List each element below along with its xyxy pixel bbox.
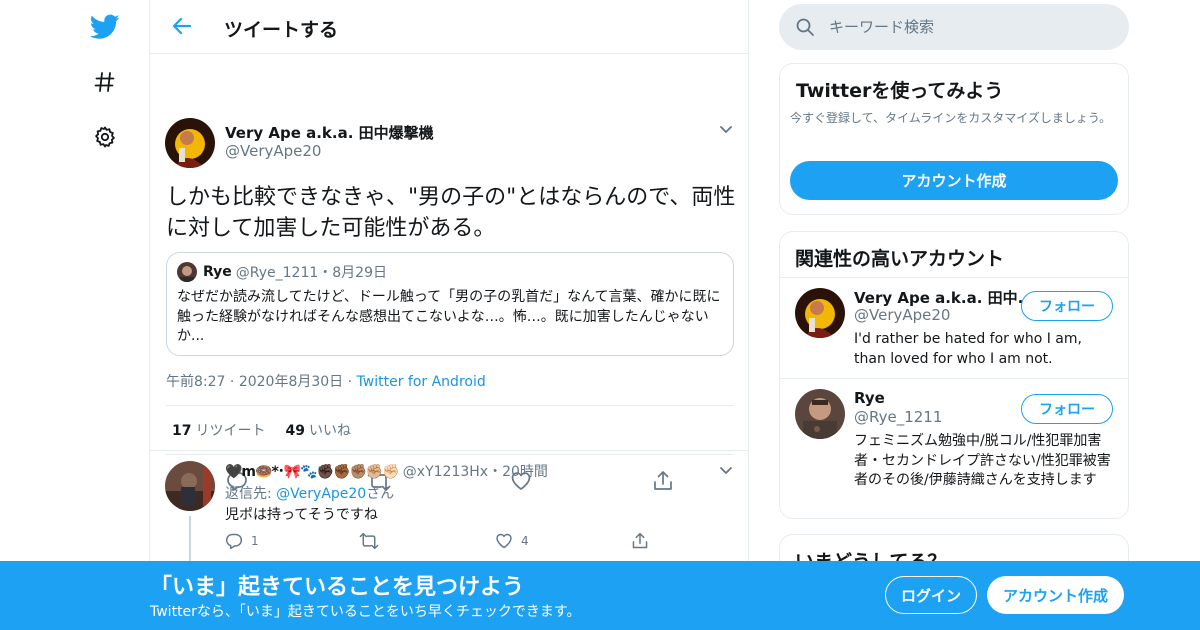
reply-header: 🖤m🍩*･🎀🐾✊🏿✊🏾✊🏽✊🏼✊🏻 @xY1213Hx・20時間 bbox=[225, 461, 548, 481]
main-column: ツイートする Very Ape a.k.a. 田中爆撃機 @VeryApe20 … bbox=[149, 0, 749, 630]
related-account-handle[interactable]: @Rye_1211 bbox=[854, 408, 942, 426]
share-icon bbox=[632, 532, 648, 549]
reply-meta[interactable]: @xY1213Hx・20時間 bbox=[403, 461, 548, 481]
related-accounts-title: 関連性の高いアカウント bbox=[795, 248, 1005, 270]
retweet-icon bbox=[359, 532, 379, 550]
quote-author-name: Rye bbox=[203, 264, 232, 280]
quoted-tweet[interactable]: Rye @Rye_1211・8月29日 なぜだか読み流してたけど、ドール触って「… bbox=[166, 252, 734, 356]
thread-line bbox=[189, 516, 191, 566]
reply-to-prefix: 返信先: bbox=[225, 486, 277, 502]
likes-label: いいね bbox=[308, 423, 351, 439]
reply-retweet-button[interactable] bbox=[359, 532, 387, 550]
related-accounts-card: 関連性の高いアカウント Very Ape a.k.a. 田中... @VeryA… bbox=[779, 231, 1129, 519]
twitter-bird-icon[interactable] bbox=[88, 10, 122, 44]
retweets-stat[interactable]: 17 リツイート bbox=[172, 420, 265, 440]
chevron-down-icon bbox=[720, 467, 732, 475]
gear-icon[interactable] bbox=[88, 120, 122, 154]
related-account-bio: フェミニズム勉強中/脱コル/性犯罪加害者・セカンドレイプ許さない/性犯罪被害者の… bbox=[854, 433, 1111, 488]
related-account-handle[interactable]: @VeryApe20 bbox=[854, 306, 950, 324]
divider bbox=[150, 450, 748, 451]
divider bbox=[780, 277, 1128, 278]
reply-share-button[interactable] bbox=[631, 532, 649, 550]
reply-avatar[interactable] bbox=[165, 461, 215, 511]
signup-card-description: 今すぐ登録して、タイムラインをカスタマイズしましょう。 bbox=[790, 111, 1112, 125]
signup-card: Twitterを使ってみよう 今すぐ登録して、タイムラインをカスタマイズしましょ… bbox=[779, 63, 1129, 215]
chevron-down-icon bbox=[720, 126, 732, 134]
follow-button[interactable]: フォロー bbox=[1021, 394, 1113, 424]
tweet-client-link[interactable]: Twitter for Android bbox=[357, 374, 486, 390]
retweets-count: 17 bbox=[172, 423, 192, 439]
page-title: ツイートする bbox=[224, 19, 339, 41]
avatar[interactable] bbox=[795, 288, 845, 338]
signup-banner: 「いま」起きていることを見つけよう Twitterなら、「いま」起きていることを… bbox=[0, 561, 1200, 630]
quote-avatar bbox=[177, 262, 197, 282]
search-bar[interactable] bbox=[779, 4, 1129, 50]
reply-menu-button[interactable] bbox=[717, 462, 735, 480]
banner-title: 「いま」起きていることを見つけよう bbox=[150, 575, 525, 600]
related-account-bio: I'd rather be hated for who I am, than l… bbox=[854, 331, 1082, 367]
like-icon bbox=[496, 533, 512, 549]
page-header: ツイートする bbox=[150, 0, 748, 54]
reply-to: 返信先: @VeryApe20さん bbox=[225, 483, 394, 503]
tweet-timestamp: 午前8:27 · 2020年8月30日 · Twitter for Androi… bbox=[166, 374, 486, 390]
tweet-time[interactable]: 午前8:27 bbox=[166, 374, 225, 390]
reply-icon bbox=[225, 533, 243, 550]
share-icon[interactable] bbox=[652, 470, 674, 492]
banner-subtitle: Twitterなら、「いま」起きていることをいち早くチェックできます。 bbox=[150, 604, 581, 620]
tweet-menu-button[interactable] bbox=[717, 121, 735, 139]
search-input[interactable] bbox=[829, 18, 1109, 36]
reply-reply-button[interactable]: 1 bbox=[225, 532, 259, 550]
login-button[interactable]: ログイン bbox=[885, 576, 977, 614]
reply-to-link[interactable]: @VeryApe20 bbox=[276, 486, 366, 502]
search-icon bbox=[796, 18, 814, 36]
author-name[interactable]: Very Ape a.k.a. 田中爆撃機 bbox=[225, 122, 434, 143]
related-account-name[interactable]: Very Ape a.k.a. 田中... bbox=[854, 287, 1035, 308]
tweet-stats: 17 リツイート 49 いいね bbox=[166, 405, 734, 455]
divider bbox=[780, 378, 1128, 379]
follow-button[interactable]: フォロー bbox=[1021, 291, 1113, 321]
quote-text: なぜだか読み流してたけど、ドール触って「男の子の乳首だ」なんて言葉、確かに既に触… bbox=[177, 289, 721, 344]
banner-create-account-button[interactable]: アカウント作成 bbox=[987, 576, 1124, 614]
likes-stat[interactable]: 49 いいね bbox=[285, 420, 350, 440]
create-account-button[interactable]: アカウント作成 bbox=[790, 161, 1118, 200]
related-account-name[interactable]: Rye bbox=[854, 389, 885, 407]
arrow-left-icon bbox=[172, 17, 192, 35]
quote-meta: @Rye_1211・8月29日 bbox=[235, 265, 387, 281]
retweets-label: リツイート bbox=[195, 423, 266, 439]
likes-count: 49 bbox=[285, 423, 305, 439]
reply-actions: 1 4 bbox=[225, 532, 665, 554]
tweet-text: しかも比較できなきゃ、"男の子の"とはならんので、両性に対して加害した可能性があ… bbox=[166, 185, 736, 241]
reply-like-button[interactable]: 4 bbox=[495, 532, 529, 550]
left-nav bbox=[80, 0, 130, 630]
back-button[interactable] bbox=[168, 12, 196, 40]
avatar[interactable] bbox=[795, 389, 845, 439]
tweet-date[interactable]: 2020年8月30日 bbox=[239, 374, 343, 390]
reply-text: 児ポは持ってそうですね bbox=[225, 507, 378, 523]
signup-card-title: Twitterを使ってみよう bbox=[796, 80, 1004, 102]
author-handle[interactable]: @VeryApe20 bbox=[225, 142, 321, 160]
reply-like-count: 4 bbox=[521, 534, 529, 548]
reply-author-name[interactable]: 🖤m🍩*･🎀🐾✊🏿✊🏾✊🏽✊🏼✊🏻 bbox=[225, 461, 400, 481]
reply-reply-count: 1 bbox=[251, 534, 259, 548]
author-avatar[interactable] bbox=[165, 118, 215, 168]
reply-to-suffix: さん bbox=[366, 486, 395, 502]
hashtag-icon[interactable] bbox=[88, 65, 122, 99]
app: ツイートする Very Ape a.k.a. 田中爆撃機 @VeryApe20 … bbox=[0, 0, 1200, 630]
